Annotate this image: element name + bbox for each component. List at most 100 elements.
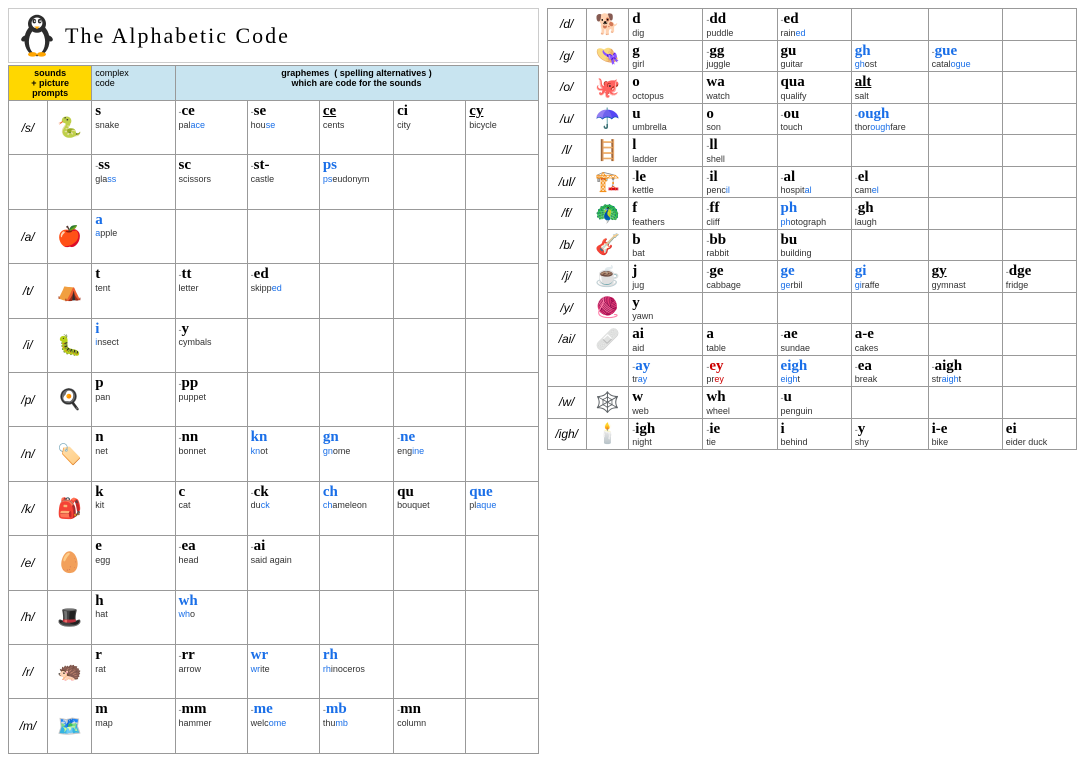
grapheme-word: cakes: [855, 343, 925, 353]
grapheme-cell: -gecabbage: [706, 263, 773, 290]
table-row: /w/🕸️wwebwhwheel-upenguin: [547, 387, 1077, 419]
grapheme-text: rr: [182, 647, 195, 664]
grapheme-word: said again: [251, 555, 316, 565]
grapheme-text: j: [632, 263, 637, 280]
grapheme-text: igh: [635, 421, 655, 438]
grapheme-text: ai: [632, 326, 644, 343]
grapheme-word: photograph: [781, 217, 848, 227]
grapheme-text: ey: [709, 358, 723, 375]
grapheme-cell: ffeathers: [632, 200, 699, 227]
sound-cell: /r/: [9, 645, 48, 699]
grapheme-td: whwheel: [703, 387, 777, 419]
grapheme-td: qubouquet: [394, 481, 466, 535]
grapheme-cell: gygymnast: [932, 263, 999, 290]
grapheme-td: ooctopus: [629, 72, 703, 104]
grapheme-text: alt: [855, 74, 872, 91]
table-row: -ssglassscscissors-st-castlepspseudonym: [9, 155, 539, 209]
grapheme-word: dig: [632, 28, 699, 38]
grapheme-text: wh: [179, 593, 198, 610]
grapheme-cell: ghghost: [855, 43, 925, 70]
sound-cell: /ul/: [547, 166, 586, 198]
sound-cell: /a/: [9, 209, 48, 263]
grapheme-td: hhat: [92, 590, 175, 644]
grapheme-text: se: [254, 103, 267, 120]
grapheme-word: penguin: [781, 406, 848, 416]
grapheme-cell: -ssglass: [95, 157, 171, 184]
icon-cell: 🩹: [586, 324, 628, 356]
empty-cell: [1002, 198, 1076, 230]
grapheme-text: st-: [254, 157, 270, 174]
grapheme-cell: gigiraffe: [855, 263, 925, 290]
grapheme-text: al: [784, 169, 796, 186]
grapheme-td: ddig: [629, 9, 703, 41]
grapheme-td: gygymnast: [928, 261, 1002, 293]
grapheme-word: tent: [95, 283, 171, 293]
grapheme-td: iinsect: [92, 318, 175, 372]
grapheme-word: web: [632, 406, 699, 416]
icon-cell: 🏗️: [586, 166, 628, 198]
grapheme-word: duck: [251, 500, 316, 510]
grapheme-word: watch: [706, 91, 773, 101]
grapheme-cell: ooctopus: [632, 74, 699, 101]
grapheme-cell: -ggjuggle: [706, 43, 773, 70]
table-row: /j/☕jjug-gecabbagegegerbilgigiraffegygym…: [547, 261, 1077, 293]
grapheme-td: -st-castle: [247, 155, 319, 209]
icon-cell: 🍳: [47, 373, 91, 427]
grapheme-cell: -llshell: [706, 137, 773, 164]
grapheme-cell: ttent: [95, 266, 171, 293]
grapheme-text: dd: [709, 11, 726, 28]
grapheme-text: o: [632, 74, 640, 91]
grapheme-cell: -sehouse: [251, 103, 316, 130]
grapheme-word: bonnet: [179, 446, 244, 456]
grapheme-word: cymbals: [179, 337, 244, 347]
grapheme-word: egg: [95, 555, 171, 565]
empty-cell: [1002, 103, 1076, 135]
icon-cell: 🐙: [586, 72, 628, 104]
grapheme-text: m: [95, 701, 108, 718]
table-row: /h/🎩hhatwhwho: [9, 590, 539, 644]
grapheme-word: bicycle: [469, 120, 534, 130]
grapheme-cell: mmap: [95, 701, 171, 728]
grapheme-word: rat: [95, 664, 171, 674]
grapheme-word: rhinoceros: [323, 664, 390, 674]
grapheme-td: eegg: [92, 536, 175, 590]
grapheme-td: knknot: [247, 427, 319, 481]
grapheme-td: lladder: [629, 135, 703, 167]
grapheme-text: ff: [709, 200, 719, 217]
empty-cell: [394, 536, 466, 590]
grapheme-td: nnet: [92, 427, 175, 481]
grapheme-word: write: [251, 664, 316, 674]
icon-cell: 🎸: [586, 229, 628, 261]
sound-cell: /b/: [547, 229, 586, 261]
grapheme-cell: ibehind: [781, 421, 848, 448]
grapheme-word: building: [781, 248, 848, 258]
grapheme-cell: -cepalace: [179, 103, 244, 130]
grapheme-td: scscissors: [175, 155, 247, 209]
grapheme-cell: -nnbonnet: [179, 429, 244, 456]
grapheme-cell: iinsect: [95, 321, 171, 348]
grapheme-text: dge: [1009, 263, 1032, 280]
grapheme-word: pencil: [706, 185, 773, 195]
grapheme-word: pan: [95, 392, 171, 402]
grapheme-td: cecents: [319, 101, 393, 155]
grapheme-td: queplaque: [466, 481, 538, 535]
grapheme-word: castle: [251, 174, 316, 184]
grapheme-cell: quaqualify: [781, 74, 848, 101]
grapheme-td: -elcamel: [851, 166, 928, 198]
table-row: /e/🥚eegg-eahead-aisaid again: [9, 536, 539, 590]
grapheme-td: rhrhinoceros: [319, 645, 393, 699]
grapheme-word: knot: [251, 446, 316, 456]
grapheme-text: y: [858, 421, 866, 438]
grapheme-word: plaque: [469, 500, 534, 510]
header-complex: complexcode: [92, 66, 175, 101]
grapheme-text: d: [632, 11, 640, 28]
sound-cell: /o/: [547, 72, 586, 104]
grapheme-td: -alhospital: [777, 166, 851, 198]
grapheme-td: -ddpuddle: [703, 9, 777, 41]
grapheme-text: a-e: [855, 326, 874, 343]
grapheme-td: -eyprey: [703, 355, 777, 387]
grapheme-td: gngnome: [319, 427, 393, 481]
table-row: /b/🎸bbat-bbrabbitbubuilding: [547, 229, 1077, 261]
sound-cell: /l/: [547, 135, 586, 167]
grapheme-word: skipped: [251, 283, 316, 293]
